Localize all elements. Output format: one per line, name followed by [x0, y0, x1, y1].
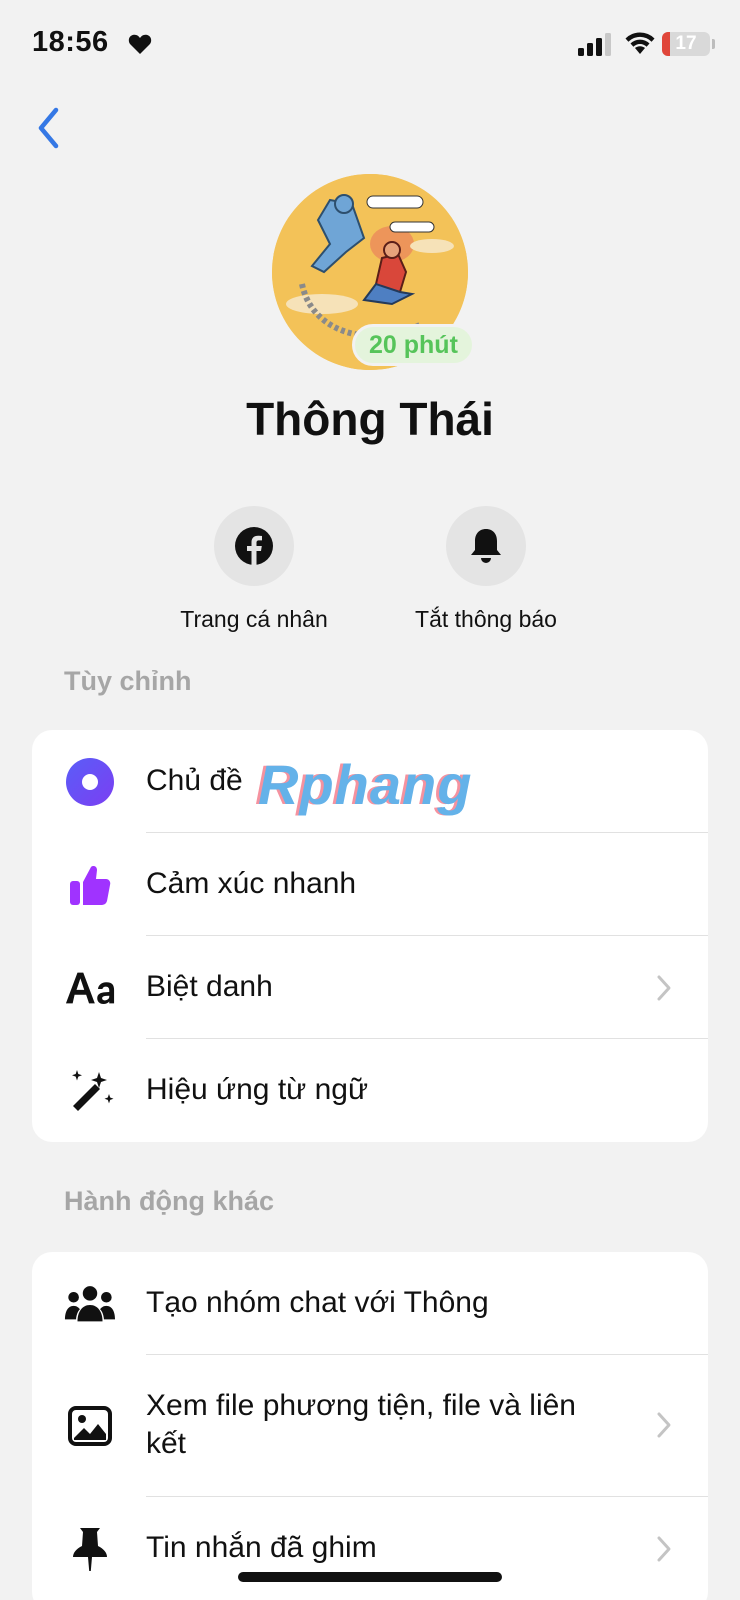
status-bar: 18:56 17 [0, 0, 740, 92]
bell-icon [471, 529, 501, 563]
facebook-icon [235, 527, 273, 566]
row-label-view-media: Xem file phương tiện, file và liên kết [146, 1389, 576, 1460]
row-nicknames[interactable]: Biệt danh [32, 936, 708, 1039]
text-aa-icon [64, 962, 116, 1014]
row-pinned-messages[interactable]: Tin nhắn đã ghim [32, 1497, 708, 1600]
mute-notifications-button[interactable]: Tắt thông báo [386, 506, 586, 633]
cellular-signal-icon [578, 33, 611, 56]
row-word-effects[interactable]: Hiệu ứng từ ngữ [32, 1039, 708, 1142]
thumbs-up-icon [64, 859, 116, 911]
heart-icon [128, 34, 152, 54]
theme-circle-icon [64, 756, 116, 808]
row-quick-reaction[interactable]: Cảm xúc nhanh [32, 833, 708, 936]
wifi-icon [625, 32, 655, 54]
conversation-settings-screen: 18:56 17 20 phút Thông Thái Trang cá nhâ… [0, 0, 740, 1600]
watermark-logo: Rphang [258, 753, 473, 816]
battery-tip [712, 39, 715, 49]
chevron-right-icon [657, 1412, 671, 1438]
home-indicator[interactable] [238, 1572, 502, 1582]
row-create-group[interactable]: Tạo nhóm chat với Thông [32, 1252, 708, 1355]
profile-page-button[interactable]: Trang cá nhân [154, 506, 354, 633]
profile-page-circle[interactable] [214, 506, 294, 586]
row-label-create-group: Tạo nhóm chat với Thông [146, 1286, 489, 1319]
back-chevron-icon[interactable] [30, 104, 70, 154]
active-status-badge: 20 phút [352, 324, 475, 366]
group-icon [64, 1278, 116, 1330]
other-actions-card: Tạo nhóm chat với Thông Xem file phương … [32, 1252, 708, 1600]
image-icon [64, 1400, 116, 1452]
profile-name: Thông Thái [246, 393, 494, 445]
pin-icon [64, 1523, 116, 1575]
mute-notifications-circle[interactable] [446, 506, 526, 586]
chevron-right-icon [657, 975, 671, 1001]
magic-wand-icon [64, 1065, 116, 1117]
status-time: 18:56 [32, 26, 109, 58]
row-label-quick-reaction: Cảm xúc nhanh [146, 867, 357, 900]
section-title-other-actions: Hành động khác [64, 1186, 275, 1216]
chevron-right-icon [657, 1536, 671, 1562]
section-title-customize: Tùy chỉnh [64, 666, 192, 696]
row-view-media[interactable]: Xem file phương tiện, file và liên kết [32, 1355, 708, 1497]
profile-page-label: Trang cá nhân [180, 606, 328, 632]
mute-notifications-label: Tắt thông báo [415, 606, 557, 632]
battery-level: 17 [675, 33, 697, 54]
row-label-pinned-messages: Tin nhắn đã ghim [146, 1531, 377, 1564]
battery-indicator: 17 [662, 32, 710, 56]
row-label-word-effects: Hiệu ứng từ ngữ [146, 1073, 369, 1106]
row-label-nicknames: Biệt danh [146, 970, 273, 1003]
